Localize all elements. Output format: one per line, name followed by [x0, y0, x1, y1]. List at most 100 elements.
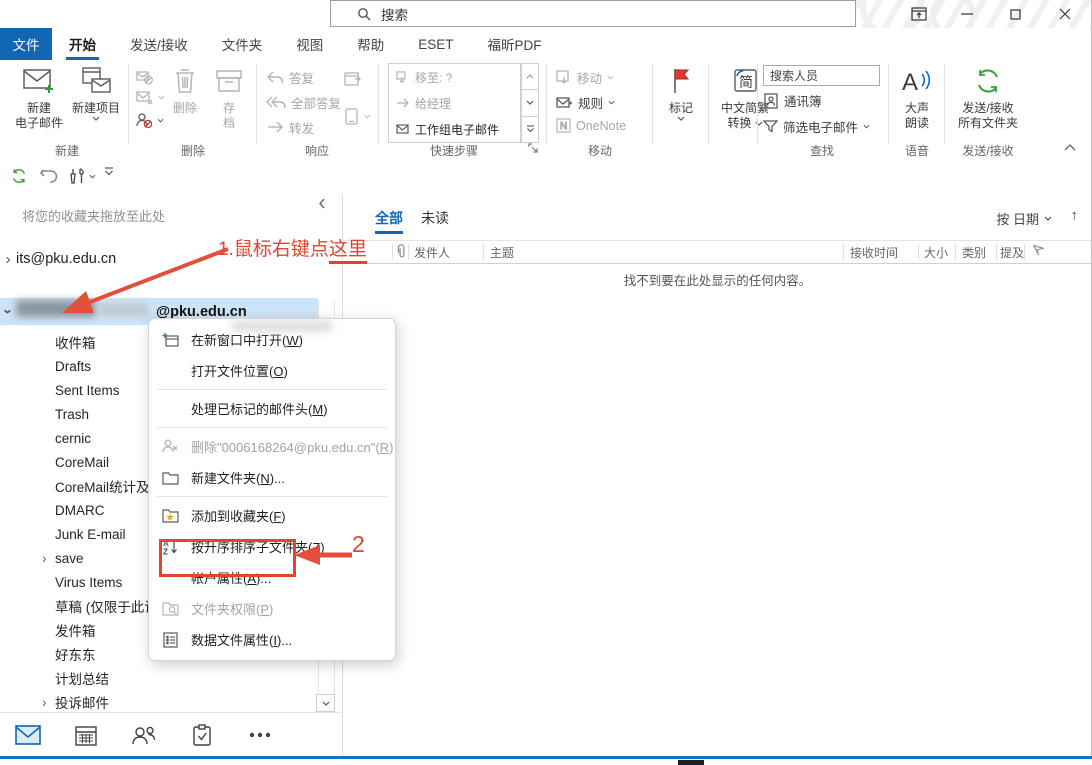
expand-arrow-icon[interactable]: ›: [42, 550, 55, 566]
new-email-button[interactable]: 新建 电子邮件: [10, 64, 68, 131]
tab-视图[interactable]: 视图: [279, 28, 340, 60]
quick-step-item[interactable]: 给经理: [389, 90, 520, 116]
menu-item-数据文件属性-I-[interactable]: 数据文件属性(I)...: [149, 624, 395, 655]
tab-福昕PDF[interactable]: 福昕PDF: [471, 28, 559, 60]
nav-people-icon[interactable]: [124, 725, 164, 746]
column-header-提及[interactable]: 提及: [1000, 244, 1024, 261]
attachment-column-icon[interactable]: [396, 244, 406, 259]
folder-label: Sent Items: [0, 383, 120, 398]
meeting-button[interactable]: [344, 70, 362, 87]
menu-item-文件夹权限-P-[interactable]: 文件夹权限(P): [149, 593, 395, 624]
quick-steps-scroll-down[interactable]: [521, 90, 539, 116]
expand-arrow-icon[interactable]: ›: [42, 694, 55, 710]
close-button[interactable]: [1046, 0, 1084, 28]
column-header-接收时间[interactable]: 接收时间: [850, 244, 898, 261]
search-people-input[interactable]: 搜索人员: [763, 65, 880, 86]
folder-item-计划总结[interactable]: 计划总结: [0, 666, 318, 690]
search-bar[interactable]: 搜索: [330, 0, 856, 27]
send-receive-all-button[interactable]: 发送/接收 所有文件夹: [950, 64, 1026, 131]
account-its-pku-label: its@pku.edu.cn: [16, 251, 116, 267]
new-email-icon: [22, 64, 56, 98]
more-respond-button[interactable]: [344, 108, 371, 125]
column-header-发件人[interactable]: 发件人: [414, 244, 450, 261]
read-aloud-label-line2: 朗读: [905, 116, 929, 131]
menu-item-删除-0006168264-pku-edu-cn-R-[interactable]: 删除"0006168264@pku.edu.cn"(R): [149, 431, 395, 462]
chevron-down-icon: [92, 116, 100, 121]
reply-all-label: 全部答复: [291, 93, 341, 112]
menu-item-打开文件位置-O-[interactable]: 打开文件位置(O): [149, 355, 395, 386]
folder-scrollbar-down-button[interactable]: [316, 694, 335, 712]
qat-customize-button[interactable]: [104, 167, 114, 176]
reply-label: 答复: [289, 68, 314, 87]
onenote-label: OneNote: [576, 119, 626, 133]
redaction-blur: [232, 320, 332, 332]
tab-开始[interactable]: 开始: [52, 28, 113, 60]
folder-label: Junk E-mail: [0, 527, 126, 542]
quick-step-item[interactable]: 工作组电子邮件: [389, 116, 520, 142]
menu-separator: [157, 389, 387, 390]
quick-steps-scroll-up[interactable]: [521, 63, 539, 90]
quick-step-label: 给经理: [415, 95, 451, 112]
reply-all-button[interactable]: 全部答复: [266, 93, 341, 112]
sort-by-date-button[interactable]: 按 日期: [996, 209, 1052, 228]
folder-item-投诉邮件[interactable]: ›投诉邮件: [0, 690, 318, 712]
junk-button[interactable]: [136, 112, 164, 129]
tab-ESET[interactable]: ESET: [401, 28, 470, 60]
nav-calendar-icon[interactable]: [66, 725, 106, 746]
menu-item-label: 文件夹权限(P): [191, 599, 273, 618]
new-email-label-line1: 新建: [27, 101, 51, 116]
rules-button[interactable]: 规则: [556, 93, 615, 112]
quick-steps-more[interactable]: [521, 117, 539, 143]
column-header-大小[interactable]: 大小: [924, 244, 948, 261]
maximize-button[interactable]: [996, 0, 1034, 28]
move-button[interactable]: 移动: [556, 68, 614, 87]
group-label-find: 查找: [763, 142, 881, 159]
onenote-button[interactable]: N OneNote: [556, 118, 626, 133]
tab-all-mail[interactable]: 全部: [375, 208, 403, 228]
tags-button[interactable]: 标记: [658, 64, 704, 121]
tab-发送/接收[interactable]: 发送/接收: [113, 28, 205, 60]
delete-button[interactable]: 删除: [163, 64, 207, 116]
clean-up-button[interactable]: [136, 90, 165, 105]
tab-file[interactable]: 文件: [0, 28, 52, 60]
column-header-类别[interactable]: 类别: [962, 244, 986, 261]
ignore-button[interactable]: [136, 68, 153, 85]
reply-button[interactable]: 答复: [266, 68, 314, 87]
expand-arrow-icon[interactable]: ›: [0, 251, 16, 268]
data-file-icon: [159, 631, 181, 649]
tab-文件夹[interactable]: 文件夹: [205, 28, 280, 60]
column-header-row: 发件人 主题 接收时间 大小类别提及: [343, 240, 1092, 264]
qat-tools-button[interactable]: [68, 167, 96, 185]
menu-item-新建文件夹-N-[interactable]: 新建文件夹(N)...: [149, 462, 395, 493]
forward-button[interactable]: 转发: [266, 118, 314, 137]
archive-button[interactable]: 存 档: [209, 64, 249, 131]
column-header-主题[interactable]: 主题: [490, 244, 514, 261]
qat-send-receive-button[interactable]: [10, 167, 28, 185]
nav-more-icon[interactable]: [240, 732, 280, 738]
column-separator: [1024, 244, 1025, 260]
qat-undo-button[interactable]: [40, 167, 58, 183]
column-separator: [955, 244, 956, 260]
new-items-button[interactable]: 新建项目: [68, 64, 124, 121]
quick-step-item[interactable]: 移至: ?: [389, 64, 520, 90]
address-book-button[interactable]: 通讯簿: [763, 91, 822, 110]
sort-direction-icon[interactable]: ↑: [1071, 207, 1079, 224]
minimize-folder-pane-button[interactable]: [318, 198, 326, 209]
collapse-arrow-icon[interactable]: ›: [0, 304, 17, 320]
quick-step-icon: [396, 98, 409, 108]
collapse-ribbon-button[interactable]: [1064, 144, 1076, 151]
read-aloud-button[interactable]: A 大声 朗读: [894, 64, 940, 131]
tab-帮助[interactable]: 帮助: [340, 28, 401, 60]
flag-column-icon[interactable]: [1032, 244, 1045, 257]
menu-item-添加到收藏夹-F-[interactable]: ★添加到收藏夹(F): [149, 500, 395, 531]
nav-tasks-icon[interactable]: [182, 724, 222, 746]
menu-item-处理已标记的邮件头-M-[interactable]: 处理已标记的邮件头(M): [149, 393, 395, 424]
redaction-blur: [16, 300, 96, 317]
svg-text:★: ★: [165, 513, 174, 524]
quick-steps-dialog-launcher[interactable]: [528, 143, 539, 154]
minimize-button[interactable]: [948, 0, 986, 28]
nav-mail-icon[interactable]: [8, 725, 48, 745]
ribbon-display-options-button[interactable]: [900, 0, 938, 28]
filter-email-button[interactable]: 筛选电子邮件: [763, 117, 870, 136]
tab-unread-mail[interactable]: 未读: [421, 208, 449, 228]
